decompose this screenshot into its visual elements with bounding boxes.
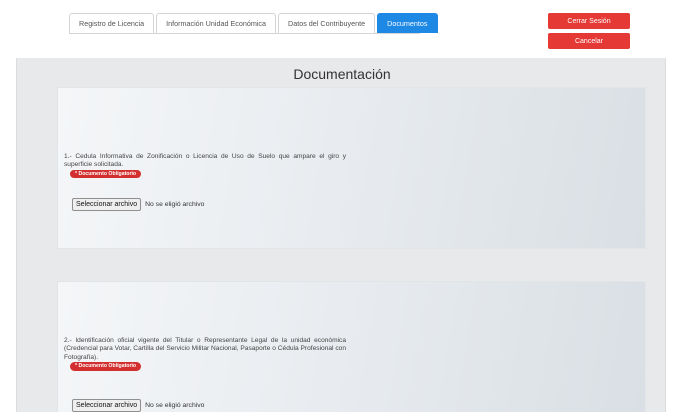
document-text: 2.- Identificación oficial vigente del T… xyxy=(64,337,346,361)
cancel-button[interactable]: Cancelar xyxy=(548,33,630,49)
documents-panel: Documentación 1.- Cedula Informativa de … xyxy=(16,58,666,412)
file-input[interactable]: Seleccionar archivo No se eligió archivo xyxy=(72,197,204,211)
tab-informacion-unidad-economica[interactable]: Información Unidad Económica xyxy=(156,13,277,33)
tab-divider xyxy=(69,33,420,34)
document-description: 2.- Identificación oficial vigente del T… xyxy=(64,337,346,371)
file-input[interactable]: Seleccionar archivo No se eligió archivo xyxy=(72,398,204,412)
tab-bar: Registro de Licencia Información Unidad … xyxy=(69,13,438,33)
select-file-button[interactable]: Seleccionar archivo xyxy=(72,197,142,211)
document-text: 1.- Cedula Informativa de Zonificación o… xyxy=(64,153,346,169)
document-description: 1.- Cedula Informativa de Zonificación o… xyxy=(64,153,346,179)
file-status: No se eligió archivo xyxy=(145,200,205,208)
tab-registro-licencia[interactable]: Registro de Licencia xyxy=(69,13,155,33)
required-badge: * Documento Obligatorio xyxy=(70,362,142,371)
file-status: No se eligió archivo xyxy=(145,401,205,409)
select-file-button[interactable]: Seleccionar archivo xyxy=(72,398,142,412)
top-bar: Registro de Licencia Información Unidad … xyxy=(0,0,681,58)
tab-datos-contribuyente[interactable]: Datos del Contribuyente xyxy=(278,13,376,33)
document-card: 2.- Identificación oficial vigente del T… xyxy=(57,281,646,412)
required-badge: * Documento Obligatorio xyxy=(70,169,142,179)
document-card: 1.- Cedula Informativa de Zonificación o… xyxy=(57,87,646,249)
logout-button[interactable]: Cerrar Sesión xyxy=(548,13,630,29)
page-title: Documentación xyxy=(293,66,391,82)
tab-documentos[interactable]: Documentos xyxy=(377,13,438,33)
